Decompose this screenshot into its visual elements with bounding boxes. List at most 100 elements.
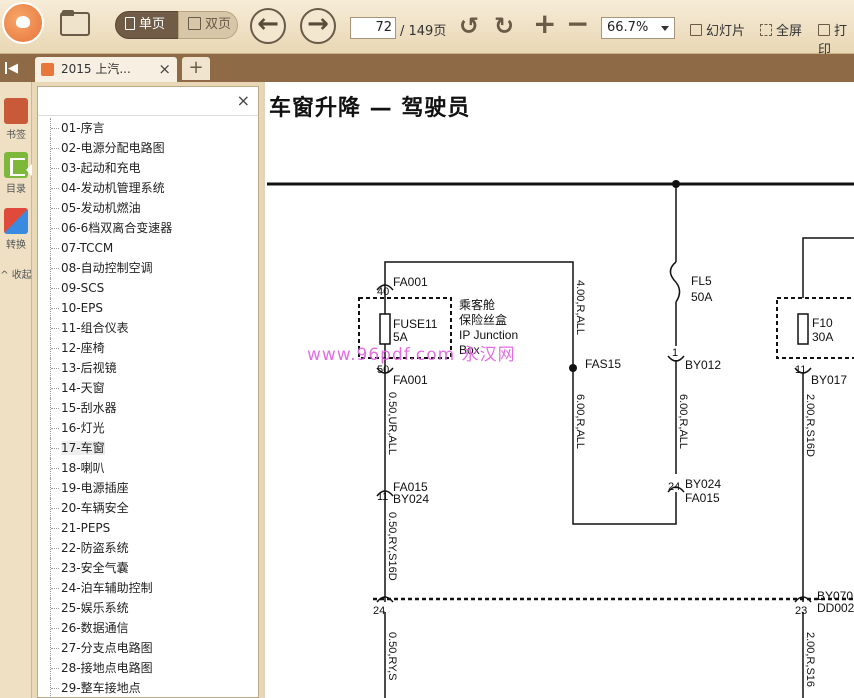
fullscreen-icon [760,24,772,36]
toc-item[interactable]: 26-数据通信 [38,618,258,638]
fuse-icon [797,313,809,345]
page-total: / 149页 [400,24,447,39]
toolbar: 单页 双页 ← → 72 / 149页 ↺ ↻ + − 66.7% 幻灯片 全屏… [0,0,854,58]
app-logo-icon[interactable] [2,2,44,44]
svg-text:40: 40 [377,286,389,298]
svg-text:11: 11 [377,491,388,503]
svg-text:BY024: BY024 [685,477,721,491]
previous-page-button[interactable]: ← [250,8,286,44]
bookmarks-button[interactable]: 书签 [0,98,32,141]
convert-button[interactable]: 转换 [0,208,32,251]
svg-text:0.50,RY,S16D: 0.50,RY,S16D [386,512,398,581]
svg-text:保险丝盒: 保险丝盒 [459,312,507,327]
left-rail: 书签 目录 转换 ^ 收起 [0,82,32,698]
toc-list: 01-序言 02-电源分配电路图 03-起动和充电 04-发动机管理系统 05-发动机燃… [38,115,258,698]
svg-text:乘客舱: 乘客舱 [459,297,495,312]
toc-item[interactable]: 12-座椅 [38,338,258,358]
svg-text:50: 50 [377,364,389,376]
toc-item[interactable]: 06-6档双离合变速器 [38,218,258,238]
svg-text:50A: 50A [691,290,712,304]
chevron-down-icon [661,26,669,31]
single-page-view-button[interactable]: 单页 [115,11,179,39]
toc-item[interactable]: 04-发动机管理系统 [38,178,258,198]
tab-bar: ◀ 2015 上汽... × + [0,54,854,82]
toc-item[interactable]: 02-电源分配电路图 [38,138,258,158]
toc-item[interactable]: 13-后视镜 [38,358,258,378]
svg-text:FL5: FL5 [691,274,712,288]
svg-text:6.00,R,ALL: 6.00,R,ALL [677,394,689,449]
toc-item[interactable]: 28-接地点电路图 [38,658,258,678]
svg-text:2.00,R,S16: 2.00,R,S16 [804,632,816,687]
next-page-button[interactable]: → [300,8,336,44]
open-folder-icon[interactable] [60,10,94,38]
svg-text:0.50,UR,ALL: 0.50,UR,ALL [386,392,398,455]
sidebar-toggle-icon[interactable]: ◀ [5,61,18,76]
toc-item[interactable]: 22-防盗系统 [38,538,258,558]
svg-text:FA015: FA015 [685,491,720,505]
print-button[interactable]: 打印 [818,20,854,58]
page-number-input[interactable]: 72 [350,17,396,39]
zoom-out-icon[interactable]: − [566,10,589,38]
svg-text:1: 1 [672,347,678,359]
toc-item[interactable]: 08-自动控制空调 [38,258,258,278]
zoom-select[interactable]: 66.7% [601,17,675,39]
slideshow-icon [690,24,702,36]
wiring-diagram: FA001 40 FUSE11 5A 乘客舱 保险丝盒 IP Junction … [267,180,854,698]
zoom-in-icon[interactable]: + [533,10,556,38]
svg-text:0.50,RY,S: 0.50,RY,S [386,632,398,681]
toc-item[interactable]: 17-车窗 [38,438,258,458]
svg-text:BY012: BY012 [685,358,721,372]
active-pointer [26,164,32,176]
toc-item[interactable]: 11-组合仪表 [38,318,258,338]
toc-item[interactable]: 19-电源插座 [38,478,258,498]
toc-item[interactable]: 15-刮水器 [38,398,258,418]
wire-left-loop [384,261,677,525]
svg-text:23: 23 [795,605,807,617]
toc-item[interactable]: 03-起动和充电 [38,158,258,178]
rotate-left-icon[interactable]: ↺ [459,14,479,38]
toc-item[interactable]: 23-安全气囊 [38,558,258,578]
svg-text:11: 11 [795,364,806,376]
junction-dot [569,364,577,372]
toc-item[interactable]: 18-喇叭 [38,458,258,478]
toc-item[interactable]: 24-泊车辅助控制 [38,578,258,598]
slideshow-button[interactable]: 幻灯片 [690,20,745,39]
close-tab-icon[interactable]: × [158,57,171,82]
svg-text:24: 24 [668,481,680,493]
toc-item[interactable]: 01-序言 [38,118,258,138]
svg-text:2.00,R,S16D: 2.00,R,S16D [804,394,816,457]
new-tab-button[interactable]: + [182,57,210,80]
toc-item[interactable]: 09-SCS [38,278,258,298]
svg-text:4.00,R,ALL: 4.00,R,ALL [574,280,586,335]
document-page: 车窗升降 — 驾驶员 FA001 40 FUSE11 5A 乘客舱 保险丝盒 I… [263,82,854,698]
svg-text:DD002: DD002 [817,601,854,615]
toc-item[interactable]: 16-灯光 [38,418,258,438]
watermark: www.96pdf.com 永汉网 [307,345,516,365]
collapse-rail-button[interactable]: ^ 收起 [0,266,32,281]
svg-text:BY024: BY024 [393,492,429,506]
printer-icon [818,24,830,36]
label-fa001-top: FA001 [393,275,428,289]
toc-item[interactable]: 10-EPS [38,298,258,318]
toc-item[interactable]: 20-车辆安全 [38,498,258,518]
toc-item[interactable]: 05-发动机燃油 [38,198,258,218]
toc-panel: × 01-序言 02-电源分配电路图 03-起动和充电 04-发动机管理系统 05-发动… [37,86,259,698]
document-tab[interactable]: 2015 上汽... × [35,57,177,82]
toc-icon [4,152,28,178]
svg-text:BY017: BY017 [811,373,847,387]
double-page-icon [188,17,201,30]
fullscreen-button[interactable]: 全屏 [760,20,802,39]
rotate-right-icon[interactable]: ↻ [494,14,514,38]
toc-item[interactable]: 25-娱乐系统 [38,598,258,618]
toc-item[interactable]: 29-整车接地点 [38,678,258,698]
close-panel-icon[interactable]: × [237,91,250,110]
toc-item[interactable]: 07-TCCM [38,238,258,258]
toc-item[interactable]: 27-分支点电路图 [38,638,258,658]
double-page-view-button[interactable]: 双页 [178,11,238,39]
svg-text:6.00,R,ALL: 6.00,R,ALL [574,394,586,449]
convert-icon [4,208,28,234]
pdf-reader-window: 单页 双页 ← → 72 / 149页 ↺ ↻ + − 66.7% 幻灯片 全屏… [0,0,854,698]
toc-item[interactable]: 21-PEPS [38,518,258,538]
toc-item[interactable]: 14-天窗 [38,378,258,398]
fusible-link-icon [669,261,681,303]
